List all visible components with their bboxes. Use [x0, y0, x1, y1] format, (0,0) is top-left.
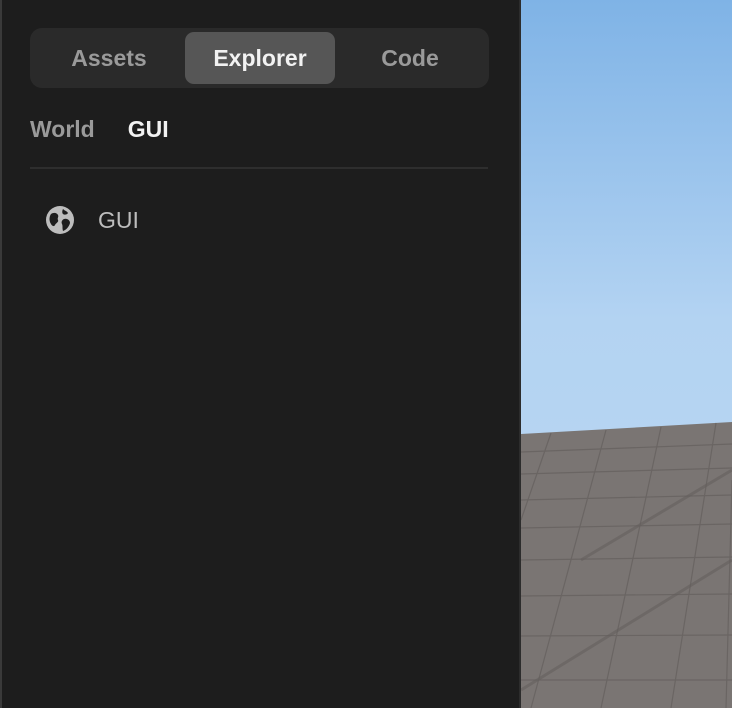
- subtab-gui[interactable]: GUI: [128, 116, 169, 143]
- tab-explorer[interactable]: Explorer: [185, 32, 335, 84]
- panel-tab-bar: Assets Explorer Code: [30, 28, 489, 88]
- tree-item-gui[interactable]: GUI: [30, 196, 488, 244]
- explorer-panel: [2, 0, 519, 708]
- tab-code[interactable]: Code: [335, 32, 485, 84]
- subtab-divider: [30, 167, 488, 169]
- subtab-world[interactable]: World: [30, 116, 95, 143]
- explorer-subtabs: World GUI: [30, 112, 169, 146]
- tree-item-label: GUI: [98, 206, 139, 233]
- tab-assets[interactable]: Assets: [34, 32, 184, 84]
- scene-viewport[interactable]: [521, 0, 732, 708]
- app-root: Assets Explorer Code World GUI GUI: [0, 0, 732, 708]
- globe-icon: [45, 205, 75, 235]
